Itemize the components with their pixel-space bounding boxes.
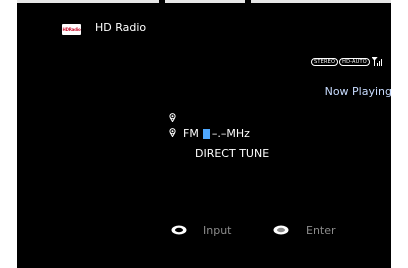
signal-strength-icon <box>371 57 382 66</box>
top-divider <box>17 0 391 3</box>
input-button-icon <box>171 225 187 235</box>
now-playing-label: Now Playing <box>324 85 391 98</box>
hd-radio-logo: HDRadio <box>62 24 81 35</box>
hd-auto-badge: HD-AUTO <box>339 57 370 66</box>
frequency-placeholder: –.–MHz <box>211 127 250 140</box>
frequency-line: FM –.–MHz <box>169 127 250 140</box>
location-pin-icon <box>169 113 176 122</box>
hd-radio-screen: HDRadio HD Radio STEREO HD-AUTO Now Play… <box>17 0 391 268</box>
enter-button-icon <box>273 225 289 235</box>
status-badges: STEREO HD-AUTO <box>311 57 383 66</box>
source-title: HD Radio <box>95 21 147 34</box>
location-pin-icon <box>169 128 176 137</box>
input-cursor <box>202 128 210 139</box>
enter-hint-label: Enter <box>306 224 336 237</box>
band-label: FM <box>183 127 199 140</box>
stereo-badge: STEREO <box>311 57 339 66</box>
tune-mode-label: DIRECT TUNE <box>195 147 270 160</box>
input-hint-label: Input <box>203 224 232 237</box>
